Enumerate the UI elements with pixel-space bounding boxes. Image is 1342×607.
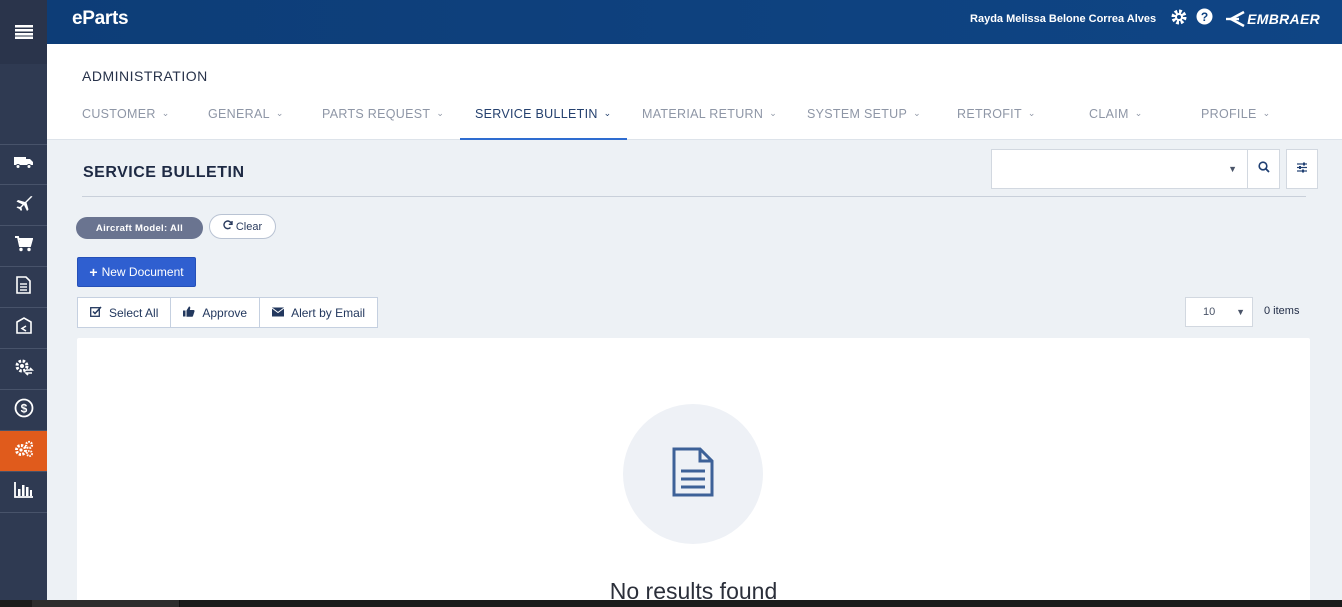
tab-service-bulletin[interactable]: SERVICE BULLETIN ⌄ [460, 98, 627, 140]
chevron-down-icon: ⌄ [603, 108, 612, 118]
tab-label: MATERIAL RETURN [642, 107, 764, 121]
select-all-button[interactable]: Select All [78, 298, 172, 327]
box-return-icon [15, 316, 33, 340]
truck-icon [13, 155, 34, 174]
page-size-select[interactable]: 10 ▼ [1185, 297, 1253, 327]
document-icon [16, 275, 31, 299]
sidebar-item-exchange[interactable] [0, 349, 47, 390]
alert-by-email-label: Alert by Email [291, 305, 366, 320]
tab-label: GENERAL [208, 107, 270, 121]
sidebar-item-returns[interactable] [0, 308, 47, 349]
chevron-down-icon: ⌄ [436, 108, 445, 118]
tab-label: SERVICE BULLETIN [475, 107, 598, 121]
airplane-icon [15, 194, 33, 217]
gear-exchange-icon [14, 358, 34, 381]
clear-filters-button[interactable]: Clear [209, 214, 276, 239]
bulk-actions-toolbar: Select All Approve Alert by Email [77, 297, 379, 328]
tab-claim[interactable]: CLAIM ⌄ [1089, 98, 1143, 140]
refresh-icon [223, 220, 233, 233]
sidebar-item-aircraft[interactable] [0, 185, 47, 226]
results-panel: No results found [77, 338, 1310, 607]
svg-text:$: $ [20, 401, 27, 415]
caret-down-icon: ▼ [1236, 307, 1245, 317]
envelope-icon [271, 306, 285, 320]
admin-nav: ADMINISTRATION CUSTOMER ⌄ GENERAL ⌄ PARTS … [47, 44, 1342, 140]
clear-label: Clear [235, 220, 263, 233]
sidebar-item-administration[interactable] [0, 431, 47, 472]
page-title: ADMINISTRATION [82, 68, 208, 84]
user-bar: Rayda Melissa Belone Correa Alves ? EMBR… [970, 0, 1320, 38]
cart-icon [14, 235, 33, 257]
sliders-icon [1296, 160, 1308, 178]
select-all-label: Select All [109, 305, 159, 320]
caret-down-icon: ▼ [1228, 164, 1237, 174]
chevron-down-icon: ⌄ [913, 108, 921, 118]
tab-retrofit[interactable]: RETROFIT ⌄ [957, 98, 1036, 140]
plus-icon: + [89, 264, 98, 280]
taskbar-item[interactable] [32, 600, 180, 607]
approve-label: Approve [202, 305, 248, 320]
help-icon[interactable]: ? [1196, 8, 1213, 30]
embraer-arrow-icon [1226, 10, 1245, 28]
new-document-label: New Document [101, 265, 184, 279]
sidebar-item-finance[interactable]: $ [0, 390, 47, 431]
svg-text:?: ? [1201, 10, 1208, 24]
sidebar-item-cart[interactable] [0, 226, 47, 267]
checkbox-icon [90, 305, 102, 320]
chevron-down-icon: ⌄ [1134, 108, 1143, 118]
page-size-value: 10 [1203, 306, 1216, 318]
empty-state-illustration [623, 404, 763, 544]
thumbs-up-icon [183, 306, 195, 320]
chevron-down-icon: ⌄ [275, 108, 284, 118]
top-header: eParts Rayda Melissa Belone Correa Alves… [47, 0, 1342, 44]
approve-button[interactable]: Approve [171, 298, 261, 327]
hamburger-menu-icon[interactable] [0, 0, 47, 64]
tab-customer[interactable]: CUSTOMER ⌄ [82, 98, 170, 140]
chevron-down-icon: ⌄ [161, 108, 170, 118]
user-name[interactable]: Rayda Melissa Belone Correa Alves [970, 13, 1156, 25]
sidebar-item-logistics[interactable] [0, 144, 47, 185]
tab-label: SYSTEM SETUP [807, 107, 908, 121]
section-divider [82, 196, 1306, 197]
search-button[interactable] [1247, 149, 1280, 189]
left-sidebar: $ [0, 0, 47, 600]
advanced-filter-button[interactable] [1286, 149, 1318, 189]
app-brand[interactable]: eParts [72, 8, 129, 30]
tab-profile[interactable]: PROFILE ⌄ [1201, 98, 1270, 140]
chevron-down-icon: ⌄ [769, 108, 778, 118]
money-icon: $ [14, 398, 34, 423]
tab-label: RETROFIT [957, 107, 1022, 121]
os-taskbar [0, 600, 1342, 607]
tab-label: PROFILE [1201, 107, 1257, 121]
sidebar-item-reports[interactable] [0, 472, 47, 513]
cogs-icon [14, 440, 34, 463]
section-title: SERVICE BULLETIN [83, 164, 245, 181]
chevron-down-icon: ⌄ [1027, 108, 1036, 118]
items-count: 0 items [1264, 305, 1300, 317]
tab-label: CUSTOMER [82, 107, 156, 121]
bar-chart-icon [13, 481, 34, 503]
new-document-button[interactable]: + New Document [77, 257, 196, 287]
chevron-down-icon: ⌄ [1262, 108, 1271, 118]
sidebar-item-documents[interactable] [0, 267, 47, 308]
search-input[interactable]: ▼ [991, 149, 1248, 189]
aircraft-model-filter-chip[interactable]: Aircraft Model: All [76, 217, 203, 239]
tab-material-return[interactable]: MATERIAL RETURN ⌄ [642, 98, 777, 140]
tab-label: PARTS REQUEST [322, 107, 431, 121]
embraer-logo-text: EMBRAER [1247, 11, 1320, 27]
tab-parts-request[interactable]: PARTS REQUEST ⌄ [322, 98, 444, 140]
settings-gear-icon[interactable] [1170, 8, 1188, 31]
search-icon [1257, 160, 1270, 178]
document-icon [670, 447, 716, 502]
tab-label: CLAIM [1089, 107, 1129, 121]
tab-system-setup[interactable]: SYSTEM SETUP ⌄ [807, 98, 921, 140]
embraer-logo: EMBRAER [1225, 10, 1320, 28]
tab-general[interactable]: GENERAL ⌄ [208, 98, 284, 140]
alert-by-email-button[interactable]: Alert by Email [260, 298, 377, 327]
